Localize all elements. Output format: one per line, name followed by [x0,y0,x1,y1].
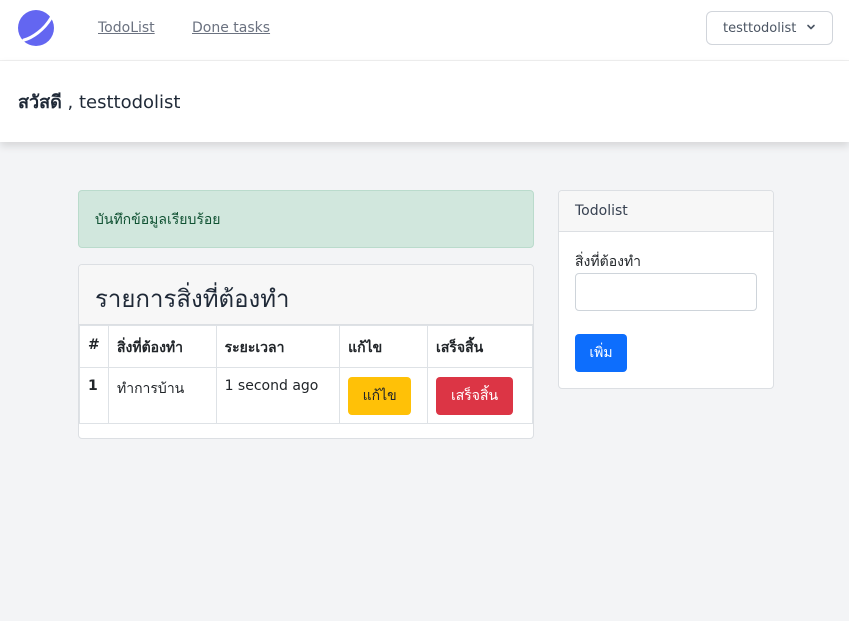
chevron-down-icon [807,24,815,30]
top-navbar: TodoList Done tasks testtodolist [0,0,849,61]
alert-message: บันทึกข้อมูลเรียบร้อย [95,212,221,228]
row-task: ทำการบ้าน [107,367,217,424]
page-header: สวัสดี , testtodolist [0,61,849,142]
logo-icon[interactable] [18,10,54,46]
add-todo-title: Todolist [559,191,773,232]
add-todo-card: Todolist สิ่งที่ต้องทำ เพิ่ม [558,190,774,389]
done-button[interactable]: เสร็จสิ้น [436,377,514,415]
greeting: สวัสดี , testtodolist [18,87,180,116]
row-edit-cell: แก้ไข [339,367,429,424]
nav-link-done-tasks[interactable]: Done tasks [192,20,270,36]
greeting-word: สวัสดี [18,92,62,113]
nav-link-todolist[interactable]: TodoList [98,20,155,36]
todo-input[interactable] [575,273,757,311]
table-row: 1 ทำการบ้าน 1 second ago แก้ไข เสร็จสิ้น [79,367,533,424]
column-header-done: เสร็จสิ้น [427,325,533,368]
greeting-username: , testtodolist [61,92,181,113]
column-header-edit: แก้ไข [339,325,429,368]
row-time: 1 second ago [215,367,341,424]
add-button[interactable]: เพิ่ม [575,334,627,372]
success-alert: บันทึกข้อมูลเรียบร้อย [78,190,534,248]
user-dropdown[interactable]: testtodolist [706,11,833,45]
row-done-cell: เสร็จสิ้น [427,367,533,424]
column-header-time: ระยะเวลา [215,325,341,368]
column-header-index: # [79,325,109,368]
edit-button[interactable]: แก้ไข [348,377,412,415]
row-index: 1 [79,367,109,424]
user-dropdown-label: testtodolist [723,20,797,36]
column-header-task: สิ่งที่ต้องทำ [107,325,217,368]
todo-list-card: รายการสิ่งที่ต้องทำ # สิ่งที่ต้องทำ ระยะ… [78,264,534,439]
todo-field-label: สิ่งที่ต้องทำ [575,254,642,270]
table-header-row: # สิ่งที่ต้องทำ ระยะเวลา แก้ไข เสร็จสิ้น [79,325,533,368]
todo-list-title: รายการสิ่งที่ต้องทำ [79,265,533,325]
todo-table: # สิ่งที่ต้องทำ ระยะเวลา แก้ไข เสร็จสิ้น… [79,325,533,424]
